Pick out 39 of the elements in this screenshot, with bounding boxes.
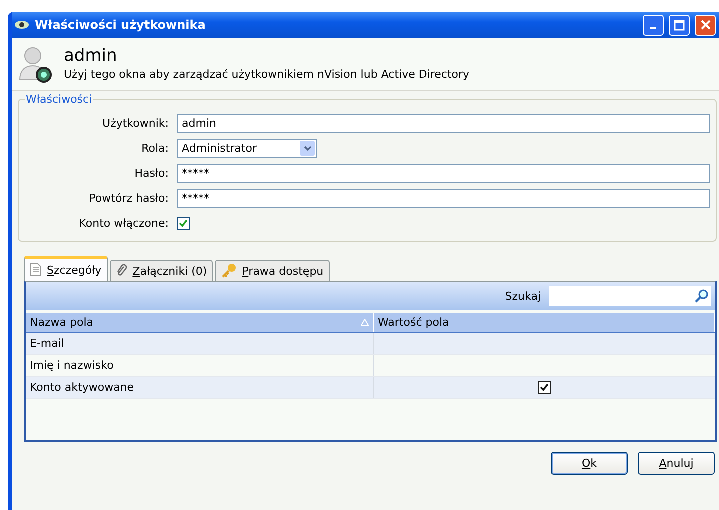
key-icon — [221, 263, 238, 279]
tab[interactable]: Załączniki (0) — [110, 260, 214, 281]
app-icon — [14, 19, 30, 31]
search-field[interactable] — [549, 286, 711, 306]
tab[interactable]: Szczegóły — [24, 256, 108, 281]
field-label: Powtórz hasło: — [89, 192, 169, 205]
ok-button[interactable]: Ok — [551, 452, 628, 475]
user-name-heading: admin — [64, 46, 118, 66]
search-label: Szukaj — [505, 290, 541, 302]
page-icon — [30, 263, 42, 277]
column-header[interactable]: Nazwa pola — [26, 313, 374, 332]
cancel-button[interactable]: Anuluj — [638, 452, 715, 475]
window-title: Właściwości użytkownika — [35, 18, 207, 32]
text-field[interactable]: ***** — [177, 164, 710, 183]
tab[interactable]: Prawa dostępu — [215, 260, 330, 281]
maximize-button[interactable] — [669, 14, 690, 36]
value-checkbox[interactable] — [538, 381, 551, 394]
field-label: Użytkownik: — [102, 117, 169, 130]
checkbox[interactable] — [177, 217, 190, 230]
table-cell: Konto aktywowane — [26, 377, 374, 398]
text-field[interactable]: admin — [177, 114, 710, 133]
paperclip-icon — [116, 264, 128, 278]
close-icon — [700, 20, 710, 30]
group-legend: Właściwości — [25, 93, 94, 106]
table-cell: Imię i nazwisko — [26, 355, 374, 376]
header-description: Użyj tego okna aby zarządzać użytkownikiem nVision lub Active Directory — [64, 68, 470, 81]
field-label: Hasło: — [134, 167, 169, 180]
sort-icon — [361, 319, 369, 326]
column-header[interactable]: Wartość pola — [374, 313, 715, 332]
maximize-icon — [674, 20, 685, 30]
chevron-down-icon — [304, 146, 312, 152]
field-label: Rola: — [142, 142, 169, 155]
close-button[interactable] — [695, 14, 716, 36]
minimize-button[interactable] — [643, 14, 664, 36]
text-field[interactable]: ***** — [177, 189, 710, 208]
role-dropdown[interactable]: Administrator — [177, 139, 317, 158]
field-label: Konto włączone: — [79, 217, 169, 230]
search-icon — [695, 289, 709, 303]
table-cell: E-mail — [26, 333, 374, 354]
